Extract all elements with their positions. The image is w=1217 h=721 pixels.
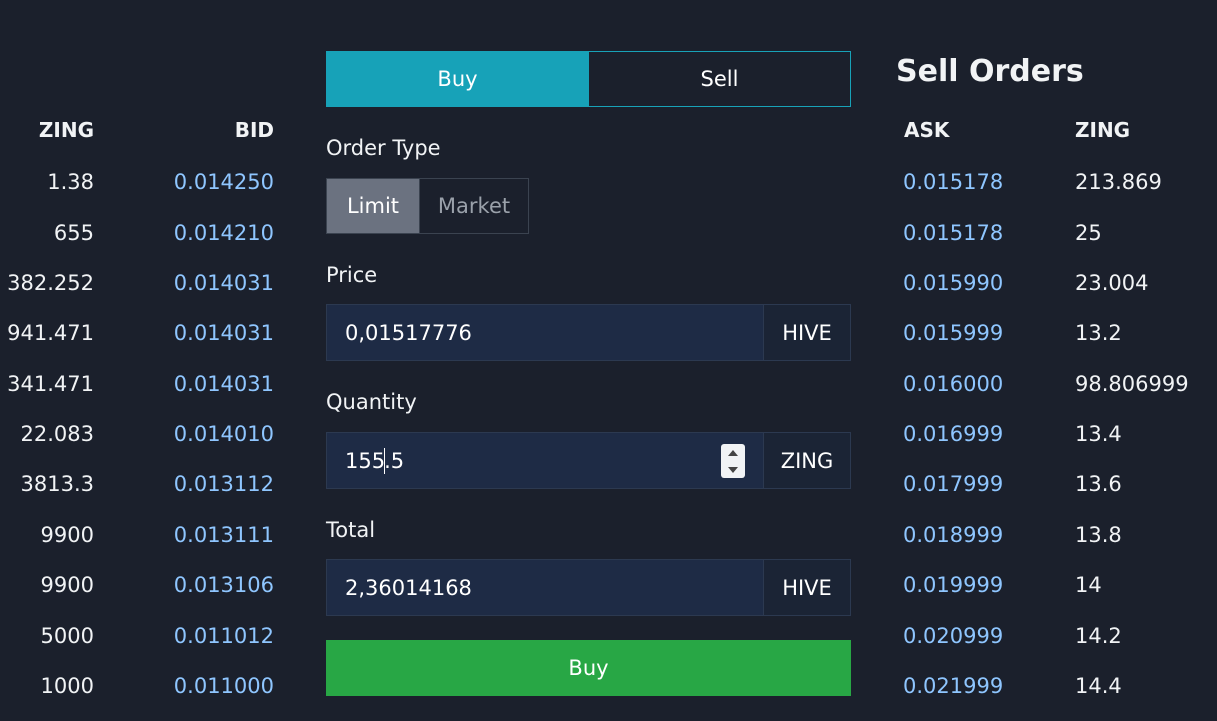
buy-order-row[interactable]: 5000 0.011012 (0, 611, 282, 661)
sell-orders-title: Sell Orders (896, 54, 1084, 89)
order-form: Buy Sell Order Type Limit Market Price 0… (326, 51, 851, 696)
sell-order-row[interactable]: 0.021999 14.4 (882, 661, 1217, 711)
sell-col-ask-header: ASK (904, 118, 950, 142)
sell-order-row[interactable]: 0.016999 13.4 (882, 409, 1217, 459)
buy-price: 0.014031 (173, 372, 274, 396)
buy-order-row[interactable]: 1000 0.011000 (0, 661, 282, 711)
quantity-value-part: .5 (384, 448, 405, 473)
buy-order-row[interactable]: 9900 0.013106 (0, 560, 282, 610)
sell-amount: 13.8 (1075, 523, 1122, 547)
quantity-value-part: 155 (345, 448, 386, 473)
price-input[interactable]: 0,01517776 (327, 305, 763, 360)
sell-price: 0.018999 (903, 523, 1004, 547)
limit-option[interactable]: Limit (327, 179, 419, 233)
total-label: Total (326, 518, 376, 542)
stepper-down-icon[interactable] (728, 466, 738, 473)
order-type-selector: Limit Market (326, 178, 529, 234)
buy-order-row[interactable]: 655 0.014210 (0, 208, 282, 258)
buy-amount: 341.471 (7, 372, 94, 396)
sell-order-row[interactable]: 0.015178 25 (882, 208, 1217, 258)
total-input[interactable]: 2,36014168 (327, 560, 763, 615)
buy-order-row[interactable]: 22.083 0.014010 (0, 409, 282, 459)
sell-order-row[interactable]: 0.018999 13.8 (882, 510, 1217, 560)
buy-price: 0.011012 (173, 624, 274, 648)
sell-amount: 13.4 (1075, 422, 1122, 446)
sell-order-row[interactable]: 0.016000 98.806999 (882, 359, 1217, 409)
buy-order-row[interactable]: 9900 0.013111 (0, 510, 282, 560)
buy-col-amount-header: ZING (38, 118, 94, 142)
total-unit: HIVE (763, 560, 850, 615)
buy-order-row[interactable]: 941.471 0.014031 (0, 308, 282, 358)
buy-order-row[interactable]: 382.252 0.014031 (0, 258, 282, 308)
buy-price: 0.014010 (173, 422, 274, 446)
sell-amount: 14 (1075, 573, 1102, 597)
sell-price: 0.021999 (903, 674, 1004, 698)
buy-order-book: ZING BID 1.38 0.014250 655 0.014210 382.… (0, 0, 282, 721)
submit-buy-button[interactable]: Buy (326, 640, 851, 696)
sell-order-row[interactable]: 0.017999 13.6 (882, 459, 1217, 509)
sell-order-row[interactable]: 0.015990 23.004 (882, 258, 1217, 308)
sell-col-amount-header: ZING (1075, 118, 1131, 142)
buy-order-row[interactable]: 1.38 0.014250 (0, 157, 282, 207)
sell-amount: 98.806999 (1075, 372, 1189, 396)
sell-order-row[interactable]: 0.015999 13.2 (882, 308, 1217, 358)
sell-amount: 23.004 (1075, 271, 1149, 295)
sell-price: 0.015178 (903, 170, 1004, 194)
buy-sell-toggle: Buy Sell (326, 51, 851, 107)
order-type-label: Order Type (326, 136, 441, 160)
sell-tab[interactable]: Sell (588, 52, 850, 106)
buy-price: 0.014031 (173, 271, 274, 295)
sell-order-row[interactable]: 0.020999 14.2 (882, 611, 1217, 661)
quantity-input[interactable]: 155.5 (327, 433, 763, 488)
buy-price: 0.014250 (173, 170, 274, 194)
stepper-up-icon[interactable] (728, 449, 738, 456)
buy-order-row[interactable]: 341.471 0.014031 (0, 359, 282, 409)
market-option[interactable]: Market (419, 179, 528, 233)
price-field: 0,01517776 HIVE (326, 304, 851, 361)
quantity-unit: ZING (763, 433, 850, 488)
buy-amount: 3813.3 (20, 472, 94, 496)
price-label: Price (326, 263, 378, 287)
sell-amount: 25 (1075, 221, 1102, 245)
sell-amount: 14.2 (1075, 624, 1122, 648)
sell-amount: 13.2 (1075, 321, 1122, 345)
buy-amount: 655 (53, 221, 94, 245)
sell-price: 0.015178 (903, 221, 1004, 245)
buy-amount: 1.38 (47, 170, 94, 194)
buy-amount: 9900 (40, 523, 94, 547)
quantity-label: Quantity (326, 390, 417, 414)
buy-amount: 9900 (40, 573, 94, 597)
sell-price: 0.016000 (903, 372, 1004, 396)
buy-amount: 1000 (40, 674, 94, 698)
sell-price: 0.015999 (903, 321, 1004, 345)
buy-price: 0.011000 (173, 674, 274, 698)
sell-price: 0.016999 (903, 422, 1004, 446)
quantity-stepper[interactable] (721, 444, 745, 478)
sell-amount: 13.6 (1075, 472, 1122, 496)
buy-price: 0.013111 (173, 523, 274, 547)
price-unit: HIVE (763, 305, 850, 360)
total-field: 2,36014168 HIVE (326, 559, 851, 616)
buy-price: 0.014031 (173, 321, 274, 345)
sell-price: 0.020999 (903, 624, 1004, 648)
buy-amount: 941.471 (7, 321, 94, 345)
sell-order-book: Sell Orders ASK ZING 0.015178 213.869 0.… (882, 0, 1217, 721)
buy-order-row[interactable]: 3813.3 0.013112 (0, 459, 282, 509)
buy-col-bid-header: BID (234, 118, 274, 142)
sell-order-row[interactable]: 0.019999 14 (882, 560, 1217, 610)
sell-price: 0.017999 (903, 472, 1004, 496)
buy-price: 0.014210 (173, 221, 274, 245)
buy-amount: 5000 (40, 624, 94, 648)
sell-order-row[interactable]: 0.015178 213.869 (882, 157, 1217, 207)
sell-price: 0.019999 (903, 573, 1004, 597)
sell-amount: 14.4 (1075, 674, 1122, 698)
buy-price: 0.013106 (173, 573, 274, 597)
buy-tab[interactable]: Buy (327, 52, 588, 106)
buy-price: 0.013112 (173, 472, 274, 496)
sell-price: 0.015990 (903, 271, 1004, 295)
buy-amount: 22.083 (20, 422, 94, 446)
buy-amount: 382.252 (7, 271, 94, 295)
sell-amount: 213.869 (1075, 170, 1162, 194)
quantity-field: 155.5 ZING (326, 432, 851, 489)
